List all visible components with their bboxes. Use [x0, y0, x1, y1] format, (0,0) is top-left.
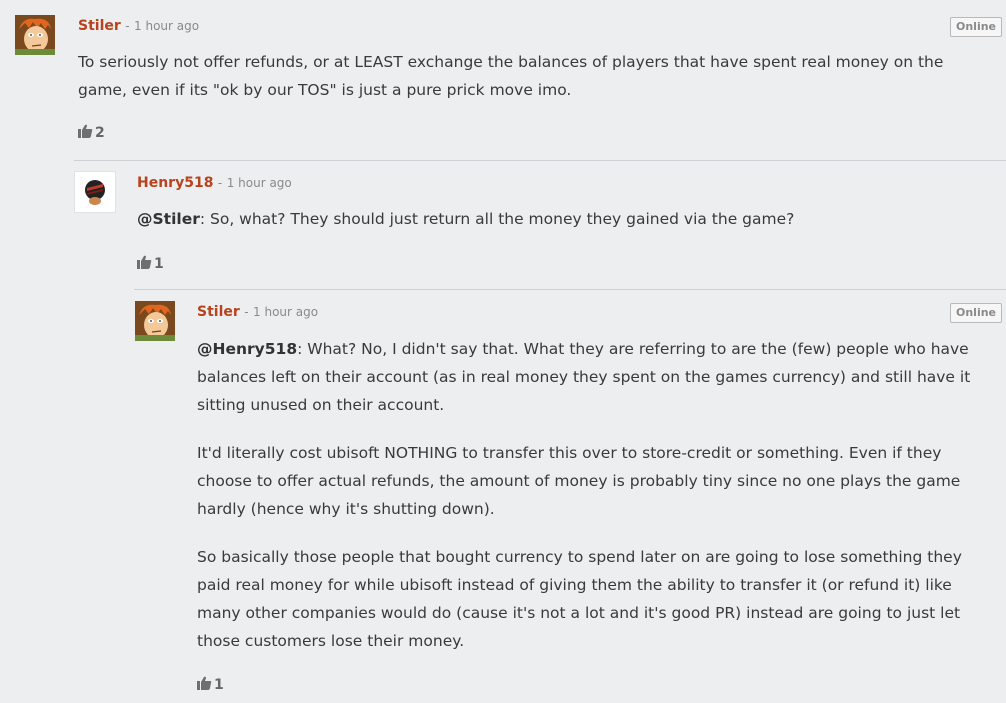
- comment-author[interactable]: Stiler: [78, 18, 121, 34]
- like-button[interactable]: 1: [197, 676, 224, 694]
- online-status-badge: Online: [950, 303, 1003, 323]
- user-mention[interactable]: @Stiler: [137, 210, 200, 228]
- comment-author[interactable]: Stiler: [197, 304, 240, 320]
- comment-paragraph: To seriously not offer refunds, or at LE…: [78, 53, 944, 99]
- masked-figure-avatar-icon[interactable]: [74, 171, 116, 213]
- user-mention[interactable]: @Henry518: [197, 340, 297, 358]
- fry-avatar-icon[interactable]: [15, 15, 55, 55]
- online-status-badge: Online: [950, 17, 1003, 37]
- comment-text: : So, what? They should just return all …: [199, 210, 795, 228]
- comment-paragraph: @Stiler: So, what? They should just retu…: [137, 205, 997, 233]
- comment-paragraph: So basically those people that bought cu…: [197, 548, 962, 650]
- fry-avatar-icon[interactable]: [135, 301, 175, 341]
- like-count: 2: [95, 125, 105, 141]
- thumbs-up-icon: [78, 124, 93, 142]
- comment-paragraph: It'd literally cost ubisoft NOTHING to t…: [197, 444, 961, 518]
- meta-separator: -: [217, 176, 223, 190]
- like-count: 1: [214, 677, 224, 693]
- comment-timestamp[interactable]: 1 hour ago: [253, 305, 318, 319]
- thumbs-up-icon: [137, 255, 152, 273]
- comment-text: : What? No, I didn't say that. What they…: [197, 340, 971, 414]
- thumbs-up-icon: [197, 676, 212, 694]
- like-button[interactable]: 2: [78, 124, 105, 142]
- comment-timestamp[interactable]: 1 hour ago: [227, 176, 292, 190]
- meta-separator: -: [244, 305, 249, 319]
- comment-body: @Stiler: So, what? They should just retu…: [137, 205, 997, 253]
- comment-body: @Henry518: What? No, I didn't say that. …: [197, 335, 987, 675]
- comment-timestamp[interactable]: 1 hour ago: [134, 19, 199, 33]
- like-button[interactable]: 1: [137, 255, 164, 273]
- comment-paragraph: @Henry518: What? No, I didn't say that. …: [197, 335, 987, 419]
- meta-separator: -: [125, 19, 130, 33]
- like-count: 1: [154, 256, 164, 272]
- comment-body: To seriously not offer refunds, or at LE…: [78, 48, 993, 124]
- comment-reply: Stiler - 1 hour ago Online @Henry518: Wh…: [134, 289, 1006, 693]
- comment-reply: Henry518 - 1 hour ago @Stiler: So, what?…: [74, 160, 1006, 272]
- comment-author[interactable]: Henry518: [137, 175, 213, 191]
